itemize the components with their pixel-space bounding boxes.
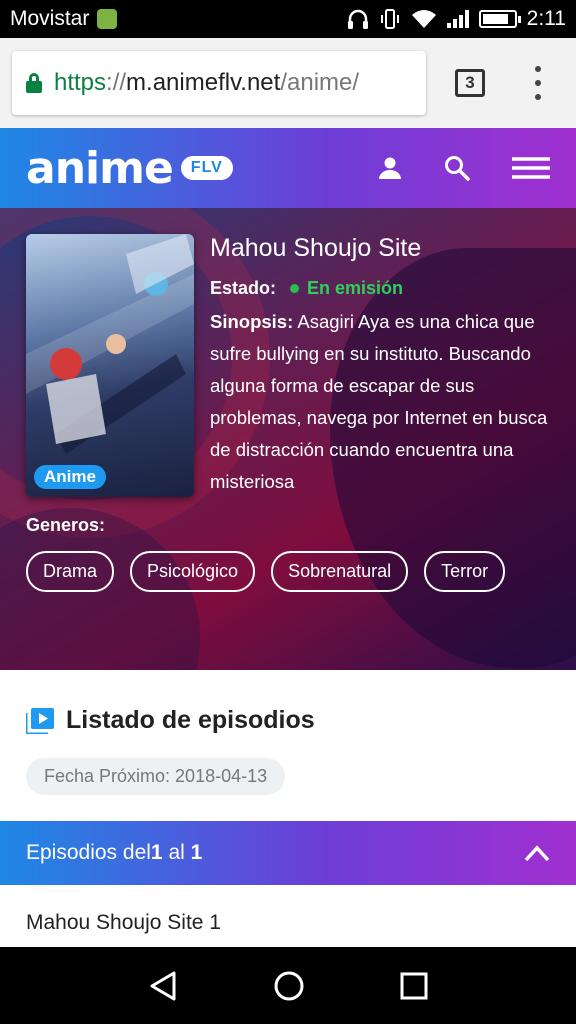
- synopsis: Sinopsis: Asagiri Aya es una chica que s…: [210, 306, 560, 498]
- battery-icon: [478, 10, 521, 28]
- type-badge: Anime: [34, 465, 106, 489]
- system-nav-bar: [0, 947, 576, 1024]
- header-actions: [378, 155, 550, 181]
- synopsis-label: Sinopsis:: [210, 311, 294, 332]
- home-icon[interactable]: [273, 970, 305, 1002]
- range-prefix: Episodios del: [26, 841, 151, 864]
- anime-poster[interactable]: Anime: [26, 234, 194, 497]
- genre-tag[interactable]: Psicológico: [130, 551, 256, 592]
- genres-label: Generos:: [26, 515, 106, 535]
- tabs-icon[interactable]: 3: [455, 69, 485, 97]
- carrier-group: Movistar: [10, 7, 118, 31]
- site-logo[interactable]: anime: [26, 143, 174, 194]
- status-value: En emisión: [307, 278, 404, 298]
- vibrate-icon: [380, 9, 399, 29]
- wifi-icon: [411, 10, 436, 28]
- status-dot-icon: [290, 284, 300, 293]
- episode-item[interactable]: Mahou Shoujo Site 1: [0, 885, 576, 947]
- lock-icon: [26, 73, 42, 93]
- android-icon: [97, 9, 118, 29]
- url-separator: ://: [106, 69, 127, 96]
- url-host: m.animeflv.net: [126, 69, 281, 96]
- tab-count: 3: [465, 73, 475, 92]
- chevron-up-icon[interactable]: [524, 844, 550, 862]
- genre-tag[interactable]: Drama: [26, 551, 115, 592]
- url-path: /anime/: [280, 69, 360, 96]
- anime-hero: Anime Mahou Shoujo Site Estado: En emisi…: [0, 208, 576, 670]
- logo-badge: FLV: [180, 156, 233, 180]
- back-icon[interactable]: [148, 970, 178, 1002]
- range-to: 1: [190, 841, 203, 864]
- play-list-icon: [26, 707, 54, 734]
- recents-icon[interactable]: [400, 972, 428, 1000]
- range-from: 1: [150, 841, 163, 864]
- genre-list: Drama Psicológico Sobrenatural Terror: [26, 551, 546, 592]
- episodes-section: Listado de episodios Fecha Próximo: 2018…: [0, 670, 576, 822]
- episodes-title: Listado de episodios: [66, 706, 315, 734]
- user-icon[interactable]: [378, 156, 402, 180]
- status-icons: 2:11: [347, 7, 566, 31]
- synopsis-text: Asagiri Aya es una chica que sufre bully…: [210, 311, 548, 492]
- more-icon[interactable]: [532, 66, 544, 100]
- episodes-heading: Listado de episodios: [26, 706, 315, 735]
- next-episode-date: Fecha Próximo: 2018-04-13: [26, 758, 286, 795]
- address-bar[interactable]: https://m.animeflv.net/anime/: [12, 51, 426, 115]
- headphones-icon: [347, 9, 368, 29]
- site-header: anime FLV: [0, 128, 576, 208]
- search-icon[interactable]: [444, 155, 470, 181]
- genre-tag[interactable]: Terror: [424, 551, 506, 592]
- url-scheme: https: [54, 69, 107, 96]
- genre-tag[interactable]: Sobrenatural: [271, 551, 409, 592]
- status-bar: Movistar 2:11: [0, 0, 576, 38]
- status-label: Estado:: [210, 278, 277, 298]
- episode-range-bar[interactable]: Episodios del 1 al 1: [0, 821, 576, 885]
- anime-title: Mahou Shoujo Site: [210, 234, 422, 262]
- status-row: Estado: En emisión: [210, 278, 403, 299]
- hamburger-icon[interactable]: [512, 157, 550, 179]
- battery-level: [482, 14, 509, 24]
- clock: 2:11: [526, 7, 566, 30]
- browser-toolbar: https://m.animeflv.net/anime/ 3: [0, 38, 576, 128]
- poster-art: [26, 234, 194, 454]
- carrier-name: Movistar: [10, 7, 90, 30]
- range-mid: al: [162, 841, 191, 864]
- signal-icon: [446, 10, 469, 28]
